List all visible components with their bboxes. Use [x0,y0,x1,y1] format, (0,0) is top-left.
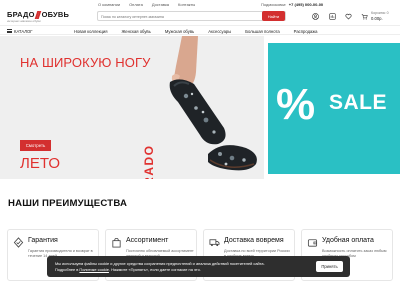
sale-percent-sign: % [276,80,316,129]
nav-item-wide-fit[interactable]: Большая полнота [245,29,279,34]
logo-text-left: БРАДО [7,10,35,19]
nav-item-new-collection[interactable]: Новая коллекция [74,29,107,34]
favorites-heart-icon[interactable] [345,13,352,20]
search-input[interactable] [101,13,251,20]
warranty-icon [13,237,24,248]
hero-shoe-image [169,36,257,171]
menu-burger-icon [7,29,12,33]
logo-mark-icon [36,11,41,19]
city-label[interactable]: Подмосковье [261,2,286,7]
top-link-delivery[interactable]: Доставка [152,2,169,7]
nav-item-women[interactable]: Женская обувь [121,29,150,34]
hero-cta-button[interactable]: Смотреть [20,140,51,151]
top-link-payment[interactable]: Оплата [129,2,143,7]
hero-season: ЛЕТО [20,155,61,172]
sale-label: SALE [329,91,388,114]
cookie-banner: Мы используем файлы cookie и другие сред… [47,256,350,277]
advantages-title: НАШИ ПРЕИМУЩЕСТВА [8,198,128,209]
cookie-text-line2: Подробнее в Политике cookie. Нажмите «Пр… [55,267,201,272]
hero-brand: BRADO [142,144,156,180]
assortment-icon [112,237,121,248]
top-link-about[interactable]: О компании [98,2,120,7]
compare-icon[interactable] [329,13,336,20]
top-link-contacts[interactable]: Контакты [178,2,195,7]
nav-item-accessories[interactable]: Аксессуары [208,29,231,34]
sale-banner[interactable]: % SALE [268,43,400,174]
cart-sum[interactable]: 0.00р. [371,16,383,21]
top-contact: Подмосковье +7 (495) 000-00-00 [261,2,323,7]
top-links: О компании Оплата Доставка Контакты [98,2,195,7]
hero-banner[interactable]: НА ШИРОКУЮ НОГУ BRADO Смотреть ЛЕТО 2026 [0,36,264,179]
cookie-policy-link[interactable]: Политике cookie [79,267,109,272]
logo[interactable]: БРАДО ОБУВЬ интернет-магазин обуви [7,10,70,23]
truck-icon [209,239,220,247]
hero-headline: НА ШИРОКУЮ НОГУ [20,55,151,70]
phone-number[interactable]: +7 (495) 000-00-00 [289,2,323,7]
cookie-accept-button[interactable]: Принять [316,261,343,272]
account-icon[interactable] [312,13,319,20]
logo-text-right: ОБУВЬ [41,10,70,19]
search-button[interactable]: Найти [262,11,285,21]
catalog-label: КАТАЛОГ [14,28,33,34]
search-box [97,11,286,21]
cookie-text-suffix: . Нажмите «Принять», если даете согласие… [108,267,201,272]
advantage-title: Доставка вовремя [224,237,284,244]
nav-item-sale[interactable]: Распродажа [294,29,318,34]
nav-item-men[interactable]: Мужская обувь [165,29,194,34]
wallet-icon [307,239,318,247]
cookie-text-line1: Мы используем файлы cookie и другие сред… [55,261,265,266]
main-nav: КАТАЛОГ Новая коллекция Женская обувь Му… [0,25,400,35]
advantage-title: Ассортимент [126,237,169,244]
advantage-title: Гарантия [28,237,58,244]
cookie-text-prefix: Подробнее в [55,267,80,272]
advantage-title: Удобная оплата [322,237,374,244]
nav-items: Новая коллекция Женская обувь Мужская об… [74,29,317,34]
logo-tagline: интернет-магазин обуви [7,19,41,23]
cart-label[interactable]: Корзина: 0 [371,11,389,15]
site-header: БРАДО ОБУВЬ интернет-магазин обуви Найти… [0,8,400,25]
top-bar: О компании Оплата Доставка Контакты Подм… [0,0,400,8]
catalog-button[interactable]: КАТАЛОГ [7,29,32,34]
cart-icon[interactable] [361,13,368,20]
